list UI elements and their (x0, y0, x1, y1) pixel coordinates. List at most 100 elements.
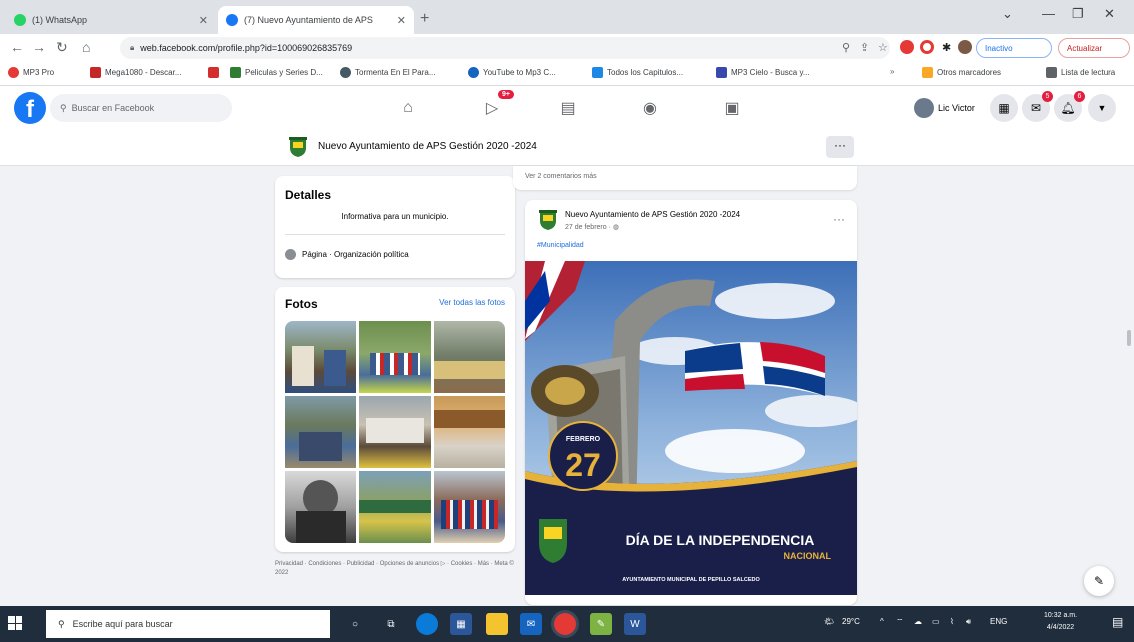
store-app-icon[interactable]: ▦ (450, 613, 472, 635)
tab-search-icon[interactable]: ⌄ (1002, 6, 1013, 22)
bookmark-item[interactable]: Mega1080 - Descar... (90, 67, 181, 78)
bookmarks-bar: MP3 Pro Mega1080 - Descar... Peliculas y… (0, 62, 1134, 86)
bookmark-item[interactable] (208, 67, 223, 78)
groups-nav-icon[interactable]: ◉ (638, 96, 662, 120)
mail-app-icon[interactable]: ✉ (520, 613, 542, 635)
puzzle-extensions-icon[interactable]: ✱ (942, 41, 951, 54)
reload-button[interactable]: ↻ (56, 39, 68, 56)
photo-thumbnail[interactable] (433, 471, 505, 543)
bookmark-item[interactable]: Tormenta En El Para... (340, 67, 435, 78)
temperature-text[interactable]: 29°C (842, 617, 860, 626)
municipal-crest-icon (289, 137, 307, 157)
photo-thumbnail[interactable] (433, 321, 505, 393)
facebook-search-input[interactable]: ⚲ Buscar en Facebook (50, 94, 232, 122)
new-tab-button[interactable]: + (420, 10, 429, 28)
new-message-compose-icon[interactable]: ✎ (1084, 566, 1114, 596)
page-scrollbar[interactable] (1127, 330, 1131, 346)
view-more-comments-link[interactable]: Ver 2 comentarios más (525, 173, 597, 180)
post-hashtag[interactable]: #Municipalidad (537, 242, 584, 249)
photo-thumbnail[interactable] (359, 321, 431, 393)
forward-button[interactable]: → (32, 39, 46, 55)
bookmark-item[interactable]: Todos los Capitulos... (592, 67, 683, 78)
task-view-icon[interactable]: ⧉ (380, 613, 402, 635)
bookmarks-overflow-icon[interactable]: » (890, 67, 894, 76)
post-options-icon[interactable]: ··· (833, 212, 845, 226)
account-chevron-down-icon[interactable]: ▼ (1088, 94, 1116, 122)
image-subtitle-text: NACIONAL (784, 551, 832, 561)
zoom-icon[interactable]: ⚲ (842, 41, 850, 54)
wifi-icon[interactable]: ⌇ (950, 617, 954, 626)
photo-thumbnail[interactable] (285, 321, 357, 393)
back-button[interactable]: ← (10, 39, 24, 55)
word-app-icon[interactable]: W (624, 613, 646, 635)
other-bookmarks-folder[interactable]: Otros marcadores (922, 67, 1001, 78)
onedrive-icon[interactable]: ☁ (914, 617, 922, 626)
volume-icon[interactable]: 🔊︎ (966, 617, 971, 627)
search-icon: ⚲ (60, 102, 67, 113)
restore-button[interactable]: ❐ (1072, 6, 1084, 22)
file-explorer-icon[interactable] (486, 613, 508, 635)
details-heading: Detalles (285, 188, 332, 202)
paint-app-icon[interactable]: ✎ (590, 613, 612, 635)
update-button[interactable]: Actualizar (1058, 38, 1130, 58)
home-button[interactable]: ⌂ (82, 39, 90, 55)
home-nav-icon[interactable]: ⌂ (396, 96, 420, 120)
post-image[interactable]: FEBRERO 27 DÍA DE LA INDEPENDENCIA NACIO… (525, 261, 857, 595)
extension-icon[interactable] (900, 40, 914, 54)
gaming-nav-icon[interactable]: ▣ (720, 96, 744, 120)
facebook-logo-icon[interactable]: f (14, 92, 46, 124)
photo-thumbnail[interactable] (359, 396, 431, 468)
post-author-name[interactable]: Nuevo Ayuntamiento de APS Gestión 2020 -… (565, 210, 740, 219)
post-author-crest-icon[interactable] (537, 209, 559, 231)
bookmark-item[interactable]: MP3 Cielo - Busca y... (716, 67, 810, 78)
address-bar[interactable]: 🔒︎ web.facebook.com/profile.php?id=10006… (120, 37, 890, 59)
marketplace-nav-icon[interactable]: ▤ (556, 96, 580, 120)
footer-links[interactable]: Privacidad · Condiciones · Publicidad · … (275, 560, 515, 578)
menu-grid-icon[interactable]: ▦ (990, 94, 1018, 122)
share-icon[interactable]: ⇪ (860, 41, 869, 54)
photo-thumbnail[interactable] (285, 396, 357, 468)
show-hidden-icons-icon[interactable]: ^ (880, 617, 884, 626)
photo-thumbnail[interactable] (285, 471, 357, 543)
notifications-bell-icon[interactable]: 🔔︎ 6 (1054, 91, 1085, 122)
close-tab-icon[interactable]: ✕ (397, 14, 406, 27)
clock[interactable]: 10:32 a.m. 4/4/2022 (1044, 610, 1077, 634)
tab-facebook[interactable]: (7) Nuevo Ayuntamiento de APS ✕ (218, 6, 414, 34)
bookmark-favicon-icon (340, 67, 351, 78)
bookmark-item[interactable]: MP3 Pro (8, 67, 54, 78)
tab-title: (7) Nuevo Ayuntamiento de APS (244, 15, 373, 25)
photo-thumbnail[interactable] (359, 471, 431, 543)
watch-nav-icon[interactable]: ▷ 9+ (480, 90, 514, 120)
windows-start-icon[interactable] (8, 616, 22, 630)
page-title[interactable]: Nuevo Ayuntamiento de APS Gestión 2020 -… (318, 141, 537, 152)
post-timestamp[interactable]: 27 de febrero · ◍ (565, 223, 619, 231)
network-icon[interactable]: ⌔ (896, 617, 904, 627)
opera-extension-icon[interactable] (920, 40, 934, 54)
profile-name: Lic Victor (938, 103, 975, 113)
language-indicator[interactable]: ENG (990, 617, 1007, 626)
chrome-browser-icon[interactable] (554, 613, 576, 635)
reading-list-button[interactable]: Lista de lectura (1046, 67, 1115, 78)
bookmark-item[interactable]: YouTube to Mp3 C... (468, 67, 556, 78)
battery-icon[interactable]: ▭ (932, 617, 940, 626)
bookmark-star-icon[interactable]: ☆ (878, 41, 888, 54)
taskbar-search-input[interactable]: ⚲ Escribe aquí para buscar (46, 610, 330, 638)
cortana-icon[interactable]: ○ (344, 613, 366, 635)
more-options-button[interactable]: ··· (826, 136, 854, 158)
messenger-icon[interactable]: ✉ 5 (1022, 91, 1053, 122)
notification-center-icon[interactable]: ▤ (1112, 615, 1123, 629)
tab-whatsapp[interactable]: (1) WhatsApp ✕ (6, 6, 216, 34)
minimize-button[interactable]: — (1042, 6, 1055, 21)
details-card: Detalles Informativa para un municipio. … (275, 176, 515, 278)
close-tab-icon[interactable]: ✕ (199, 14, 208, 27)
see-all-photos-link[interactable]: Ver todas las fotos (439, 298, 505, 307)
profile-shortcut[interactable]: Lic Victor (914, 98, 975, 118)
profile-avatar-icon[interactable] (958, 40, 972, 54)
close-window-button[interactable]: ✕ (1104, 6, 1115, 22)
edge-browser-icon[interactable] (416, 613, 438, 635)
profile-status-pill[interactable]: Inactivo (976, 38, 1052, 58)
bookmark-item[interactable]: Peliculas y Series D... (230, 67, 323, 78)
weather-icon[interactable]: 🌤︎ (824, 617, 834, 626)
globe-icon: ◍ (612, 224, 619, 231)
photo-thumbnail[interactable] (433, 396, 505, 468)
